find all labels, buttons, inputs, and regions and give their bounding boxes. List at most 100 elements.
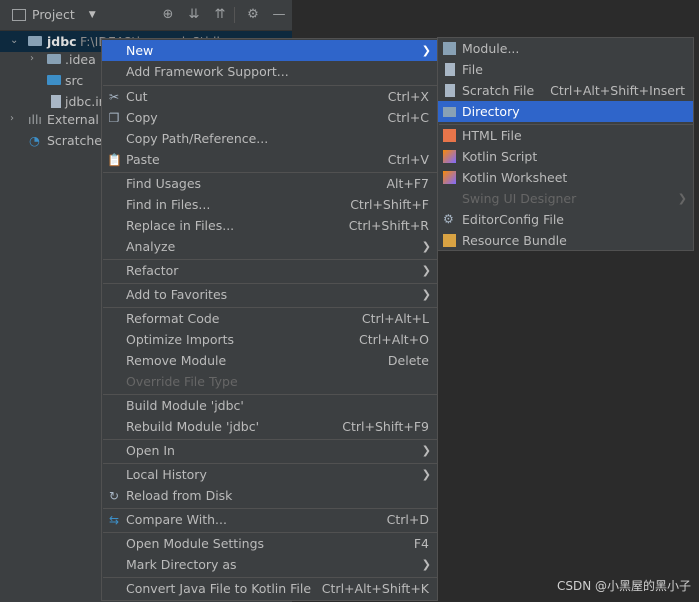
scissors-icon: ✂: [108, 90, 120, 104]
project-icon: [12, 8, 26, 21]
menu-shortcut: Ctrl+Shift+R: [348, 218, 429, 233]
chevron-right-icon: ❯: [421, 558, 431, 571]
menu-item-label: Add to Favorites: [126, 287, 228, 302]
menu-item-label: Resource Bundle: [462, 233, 567, 248]
chevron-right-icon: ❯: [421, 264, 431, 277]
chevron-right-icon[interactable]: ›: [10, 114, 20, 124]
menu-item-remove-module[interactable]: Remove Module Delete: [102, 350, 437, 371]
menu-item-label: Local History: [126, 467, 207, 482]
new-submenu: Module... File Scratch File Ctrl+Alt+Shi…: [437, 37, 694, 251]
submenu-item-html-file[interactable]: HTML File: [438, 125, 693, 146]
chevron-right-icon: ❯: [421, 240, 431, 253]
menu-item-label: Open Module Settings: [126, 536, 265, 551]
menu-item-add-framework[interactable]: Add Framework Support...: [102, 61, 437, 82]
menu-shortcut: Delete: [387, 353, 429, 368]
project-tool-header: Project ▼ ⊕ ⇊ ⇈ ⚙ —: [0, 0, 292, 31]
menu-item-copy-path[interactable]: Copy Path/Reference...: [102, 128, 437, 149]
menu-item-build-module[interactable]: Build Module 'jdbc': [102, 395, 437, 416]
locate-icon[interactable]: ⊕: [161, 8, 175, 22]
menu-item-reformat-code[interactable]: Reformat Code Ctrl+Alt+L: [102, 308, 437, 329]
menu-item-replace-in-files[interactable]: Replace in Files... Ctrl+Shift+R: [102, 215, 437, 236]
menu-shortcut: Ctrl+Alt+O: [359, 332, 429, 347]
menu-item-analyze[interactable]: Analyze ❯: [102, 236, 437, 257]
chevron-right-icon[interactable]: ›: [30, 54, 40, 64]
chevron-down-icon[interactable]: ⌄: [10, 36, 20, 46]
chevron-down-icon: ▼: [88, 9, 96, 20]
chevron-right-icon: ❯: [421, 444, 431, 457]
submenu-item-scratch-file[interactable]: Scratch File Ctrl+Alt+Shift+Insert: [438, 80, 693, 101]
menu-shortcut: Ctrl+Alt+Shift+Insert: [550, 83, 685, 98]
source-folder-icon: [47, 75, 61, 85]
submenu-item-directory[interactable]: Directory: [438, 101, 693, 122]
submenu-item-file[interactable]: File: [438, 59, 693, 80]
menu-item-label: Add Framework Support...: [126, 64, 289, 79]
menu-item-label: Convert Java File to Kotlin File: [126, 581, 312, 596]
kotlin-icon: [443, 171, 456, 184]
menu-item-refactor[interactable]: Refactor ❯: [102, 260, 437, 281]
menu-item-reload-from-disk[interactable]: ↻ Reload from Disk: [102, 485, 437, 506]
menu-item-override-file-type: Override File Type: [102, 371, 437, 392]
menu-item-find-usages[interactable]: Find Usages Alt+F7: [102, 173, 437, 194]
menu-shortcut: F4: [413, 536, 429, 551]
submenu-item-kotlin-worksheet[interactable]: Kotlin Worksheet: [438, 167, 693, 188]
menu-item-label: Refactor: [126, 263, 179, 278]
menu-item-add-to-favorites[interactable]: Add to Favorites ❯: [102, 284, 437, 305]
toolbar-divider: [234, 7, 235, 23]
menu-item-convert-to-kotlin[interactable]: Convert Java File to Kotlin File Ctrl+Al…: [102, 578, 437, 599]
menu-item-rebuild-module[interactable]: Rebuild Module 'jdbc' Ctrl+Shift+F9: [102, 416, 437, 437]
project-view-selector[interactable]: Project ▼: [12, 7, 96, 22]
menu-item-mark-directory[interactable]: Mark Directory as ❯: [102, 554, 437, 575]
menu-shortcut: Ctrl+Shift+F9: [342, 419, 429, 434]
minimize-icon[interactable]: —: [272, 8, 286, 22]
expand-all-icon[interactable]: ⇊: [187, 8, 201, 22]
copy-icon: ❐: [108, 111, 120, 125]
menu-item-label: Open In: [126, 443, 175, 458]
scratch-file-icon: [445, 84, 455, 97]
menu-shortcut: Ctrl+D: [386, 512, 429, 527]
menu-shortcut: Ctrl+Alt+Shift+K: [321, 581, 429, 596]
menu-shortcut: Ctrl+Shift+F: [350, 197, 429, 212]
menu-item-label: New: [126, 43, 154, 58]
menu-shortcut: Ctrl+Alt+L: [361, 311, 429, 326]
collapse-all-icon[interactable]: ⇈: [213, 8, 227, 22]
tree-item-label: .idea: [65, 52, 96, 67]
menu-item-open-module-settings[interactable]: Open Module Settings F4: [102, 533, 437, 554]
menu-item-label: Paste: [126, 152, 160, 167]
menu-item-label: Build Module 'jdbc': [126, 398, 244, 413]
menu-item-find-in-files[interactable]: Find in Files... Ctrl+Shift+F: [102, 194, 437, 215]
menu-item-cut[interactable]: ✂ Cut Ctrl+X: [102, 86, 437, 107]
chevron-right-icon: ❯: [421, 288, 431, 301]
menu-item-label: Scratch File: [462, 83, 535, 98]
scratches-icon: ◔: [29, 133, 40, 148]
submenu-item-editorconfig[interactable]: ⚙ EditorConfig File: [438, 209, 693, 230]
menu-item-label: Copy: [126, 110, 158, 125]
menu-item-label: Find in Files...: [126, 197, 211, 212]
chevron-right-icon: ❯: [421, 44, 431, 57]
html-icon: [443, 129, 456, 142]
menu-item-label: Kotlin Script: [462, 149, 538, 164]
menu-item-label: Copy Path/Reference...: [126, 131, 269, 146]
chevron-right-icon: ❯: [677, 192, 687, 205]
folder-icon: [443, 107, 456, 117]
submenu-item-kotlin-script[interactable]: Kotlin Script: [438, 146, 693, 167]
menu-item-label: Override File Type: [126, 374, 238, 389]
menu-item-paste[interactable]: 📋 Paste Ctrl+V: [102, 149, 437, 170]
menu-item-compare-with[interactable]: ⇆ Compare With... Ctrl+D: [102, 509, 437, 530]
menu-item-label: Reformat Code: [126, 311, 220, 326]
module-folder-icon: [28, 36, 42, 46]
menu-item-optimize-imports[interactable]: Optimize Imports Ctrl+Alt+O: [102, 329, 437, 350]
menu-item-local-history[interactable]: Local History ❯: [102, 464, 437, 485]
submenu-item-module[interactable]: Module...: [438, 38, 693, 59]
menu-item-label: Find Usages: [126, 176, 202, 191]
module-icon: [443, 42, 456, 55]
compare-icon: ⇆: [108, 513, 120, 527]
menu-item-label: Kotlin Worksheet: [462, 170, 568, 185]
menu-item-copy[interactable]: ❐ Copy Ctrl+C: [102, 107, 437, 128]
menu-item-open-in[interactable]: Open In ❯: [102, 440, 437, 461]
file-icon: [445, 63, 455, 76]
menu-shortcut: Alt+F7: [386, 176, 429, 191]
submenu-item-resource-bundle[interactable]: Resource Bundle: [438, 230, 693, 251]
menu-item-label: Reload from Disk: [126, 488, 233, 503]
gear-icon[interactable]: ⚙: [246, 8, 260, 22]
menu-item-new[interactable]: New ❯: [102, 40, 437, 61]
